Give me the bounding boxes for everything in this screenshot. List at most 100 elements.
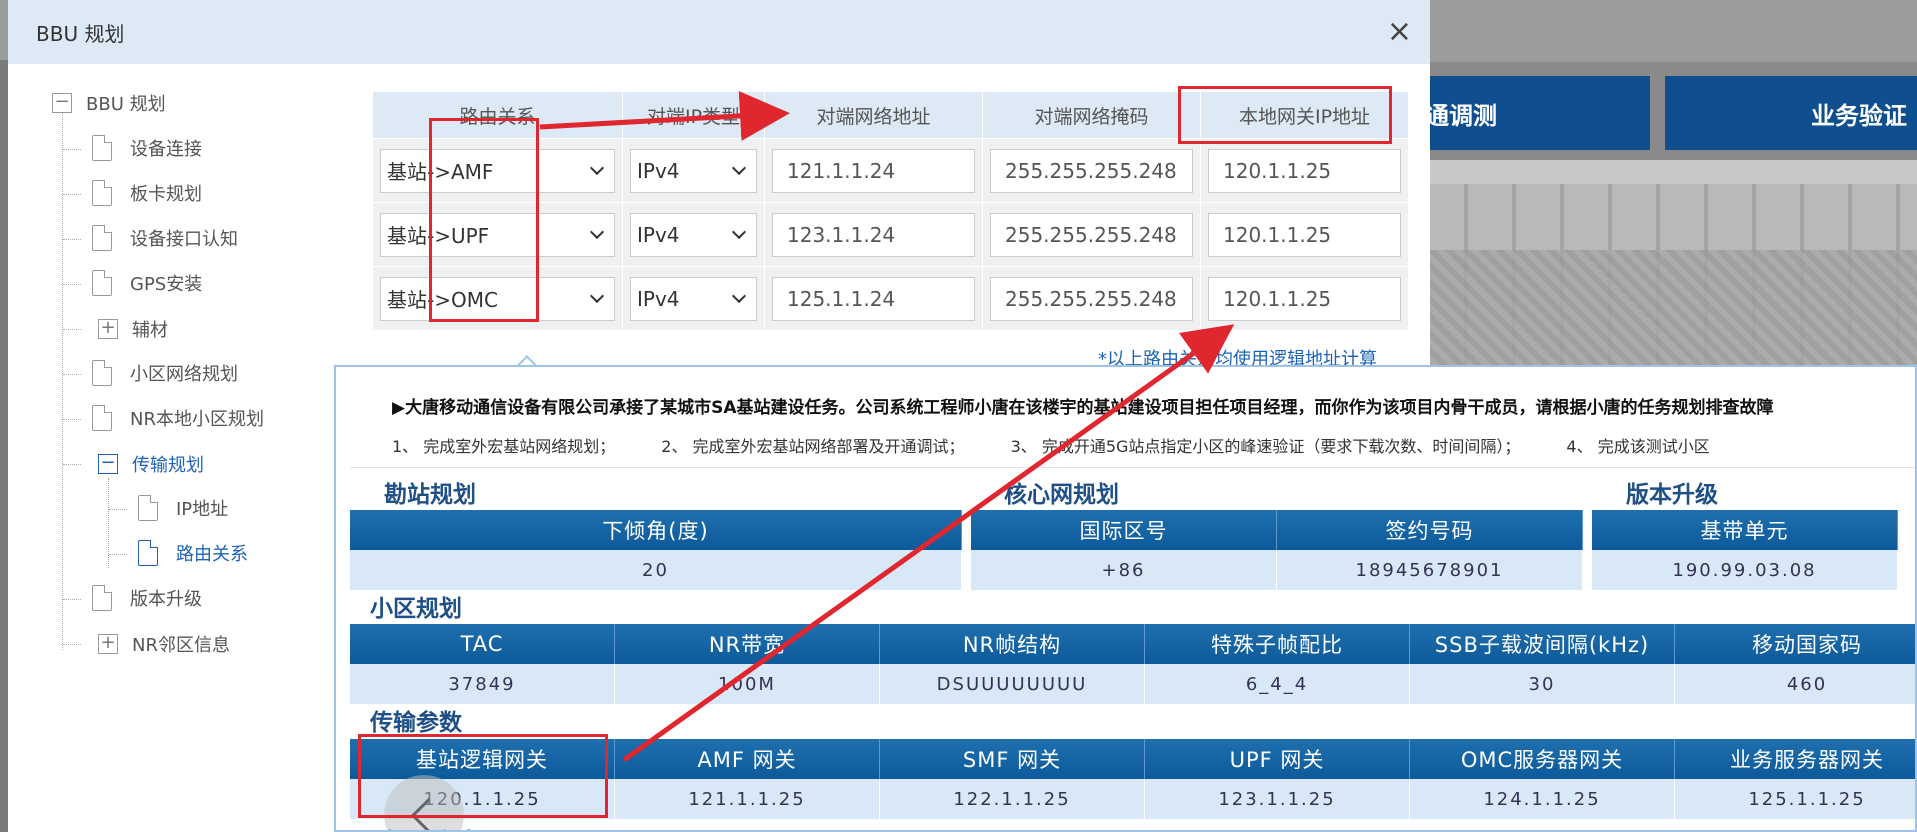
- peer-address-input[interactable]: 125.1.1.24: [772, 276, 975, 321]
- tree-item-board-plan[interactable]: 板卡规划: [92, 178, 202, 208]
- tree-item-label: 版本升级: [130, 589, 202, 610]
- chevron-down-icon: [731, 224, 747, 239]
- grid-value: 6_4_4: [1145, 664, 1410, 704]
- grid-value: 460: [1675, 664, 1915, 704]
- grid-value: 190.99.03.08: [1592, 550, 1898, 590]
- ip-type-select[interactable]: IPv4: [630, 212, 757, 257]
- task-item: 1、 完成室外宏基站网络规划；: [392, 437, 616, 456]
- collapse-icon[interactable]: −: [98, 454, 118, 474]
- grid-header: UPF 网关: [1145, 739, 1410, 779]
- tree-item-label: 小区网络规划: [130, 364, 238, 385]
- section-title-transport: 传输参数: [370, 710, 462, 736]
- dialog-title: BBU 规划: [36, 21, 125, 46]
- grid-header: SMF 网关: [880, 739, 1145, 779]
- tree-item-ip-address[interactable]: IP地址: [138, 493, 228, 523]
- peer-address-input[interactable]: 123.1.1.24: [772, 212, 975, 257]
- tree-item-version-upgrade[interactable]: 版本升级: [92, 583, 202, 613]
- document-icon: [92, 135, 112, 161]
- tree-item-routing[interactable]: 路由关系: [138, 538, 248, 568]
- collapse-icon[interactable]: −: [52, 93, 72, 113]
- grid-value: DSUUUUUUUU: [880, 664, 1145, 704]
- tree-connector: [63, 194, 81, 195]
- grid-header: NR带宽: [615, 624, 880, 664]
- grid-value: 30: [1410, 664, 1675, 704]
- local-gateway-input[interactable]: 120.1.1.25: [1208, 148, 1401, 193]
- tree-connector: [109, 554, 127, 555]
- peer-address-input[interactable]: 121.1.1.24: [772, 148, 975, 193]
- grid-header: 特殊子帧配比: [1145, 624, 1410, 664]
- tree-connector: [63, 329, 81, 330]
- divider: [350, 467, 1915, 468]
- cell-grid: TAC 37849 NR带宽 100M NR帧结构 DSUUUUUUUU 特殊子帧配比…: [350, 624, 1915, 704]
- close-icon[interactable]: ×: [1387, 17, 1412, 47]
- grid-header: 下倾角(度): [350, 510, 962, 550]
- tree-connector: [63, 374, 81, 375]
- grid-header: AMF 网关: [615, 739, 880, 779]
- expand-icon[interactable]: +: [98, 319, 118, 339]
- col-header-ip-type: 对端IP类型: [623, 92, 765, 138]
- grid-header: TAC: [350, 624, 615, 664]
- tree-item-label: 路由关系: [176, 544, 248, 565]
- col-header-peer-address: 对端网络地址: [765, 92, 983, 138]
- peer-mask-input[interactable]: 255.255.255.248: [990, 148, 1193, 193]
- tree-item-gps[interactable]: GPS安装: [92, 268, 202, 298]
- survey-grid: 下倾角(度) 20: [350, 510, 969, 590]
- tree-connector: [63, 464, 81, 465]
- tree-item-interface[interactable]: 设备接口认知: [92, 223, 238, 253]
- ip-type-select-value: IPv4: [637, 286, 680, 311]
- tree-item-nr-neighbor[interactable]: + NR邻区信息: [98, 629, 230, 659]
- tree-item-cell-network[interactable]: 小区网络规划: [92, 358, 238, 388]
- tree-item-label: 板卡规划: [130, 184, 202, 205]
- tree-connector: [62, 110, 63, 650]
- grid-value: 20: [350, 550, 962, 590]
- task-item: 3、 完成开通5G站点指定小区的峰速验证（要求下载次数、时间间隔）；: [1010, 437, 1521, 456]
- document-icon: [92, 180, 112, 206]
- local-gateway-input[interactable]: 120.1.1.25: [1208, 276, 1401, 321]
- grid-value: 37849: [350, 664, 615, 704]
- annotation-box-route: [429, 118, 539, 322]
- task-item: 2、 完成室外宏基站网络部署及开通调试；: [661, 437, 965, 456]
- document-icon: [92, 225, 112, 251]
- background-tab-service-verify[interactable]: 业务验证: [1665, 76, 1917, 150]
- ip-type-select-value: IPv4: [637, 222, 680, 247]
- background-edge: [0, 60, 8, 832]
- tree-root-label: BBU 规划: [86, 94, 166, 115]
- background-photo: [1420, 160, 1917, 370]
- core-grid: 国际区号 +86 签约号码 18945678901: [971, 510, 1590, 590]
- chevron-down-icon: [731, 288, 747, 303]
- tree-item-label: IP地址: [176, 499, 229, 520]
- task-intro: ▶大唐移动通信设备有限公司承接了某城市SA基站建设任务。公司系统工程师小唐在该楼…: [392, 398, 1774, 418]
- grid-value: 124.1.1.25: [1410, 779, 1675, 819]
- document-icon: [138, 540, 158, 566]
- tree-connector: [63, 419, 81, 420]
- tree-item-label: 传输规划: [132, 455, 204, 476]
- background-tab-dial-test[interactable]: 通调测: [1410, 76, 1650, 150]
- tree-connector: [109, 509, 127, 510]
- tree-item-device-connect[interactable]: 设备连接: [92, 133, 202, 163]
- grid-value: +86: [971, 550, 1277, 590]
- local-gateway-input[interactable]: 120.1.1.25: [1208, 212, 1401, 257]
- expand-icon[interactable]: +: [98, 634, 118, 654]
- tree-connector: [63, 149, 81, 150]
- ip-type-select-value: IPv4: [637, 158, 680, 183]
- peer-mask-input[interactable]: 255.255.255.248: [990, 276, 1193, 321]
- grid-value: 123.1.1.25: [1145, 779, 1410, 819]
- tree-item-transport[interactable]: − 传输规划: [98, 449, 204, 479]
- tree-item-nr-local-cell[interactable]: NR本地小区规划: [92, 403, 264, 433]
- grid-header: 基带单元: [1592, 510, 1898, 550]
- grid-header: 移动国家码: [1675, 624, 1915, 664]
- tree-item-materials[interactable]: + 辅材: [98, 314, 168, 344]
- tree-connector: [63, 284, 81, 285]
- tree-item-label: NR本地小区规划: [130, 409, 264, 430]
- tree-root-bbu[interactable]: − BBU 规划: [52, 88, 166, 118]
- chevron-down-icon: [589, 160, 605, 175]
- task-list: 1、 完成室外宏基站网络规划； 2、 完成室外宏基站网络部署及开通调试； 3、 完成…: [392, 433, 1756, 457]
- peer-mask-input[interactable]: 255.255.255.248: [990, 212, 1193, 257]
- ip-type-select[interactable]: IPv4: [630, 276, 757, 321]
- grid-header: 业务服务器网关: [1675, 739, 1915, 779]
- grid-header: OMC服务器网关: [1410, 739, 1675, 779]
- document-icon: [92, 585, 112, 611]
- grid-value: 100M: [615, 664, 880, 704]
- background-tab-label: 业务验证: [1811, 101, 1907, 130]
- ip-type-select[interactable]: IPv4: [630, 148, 757, 193]
